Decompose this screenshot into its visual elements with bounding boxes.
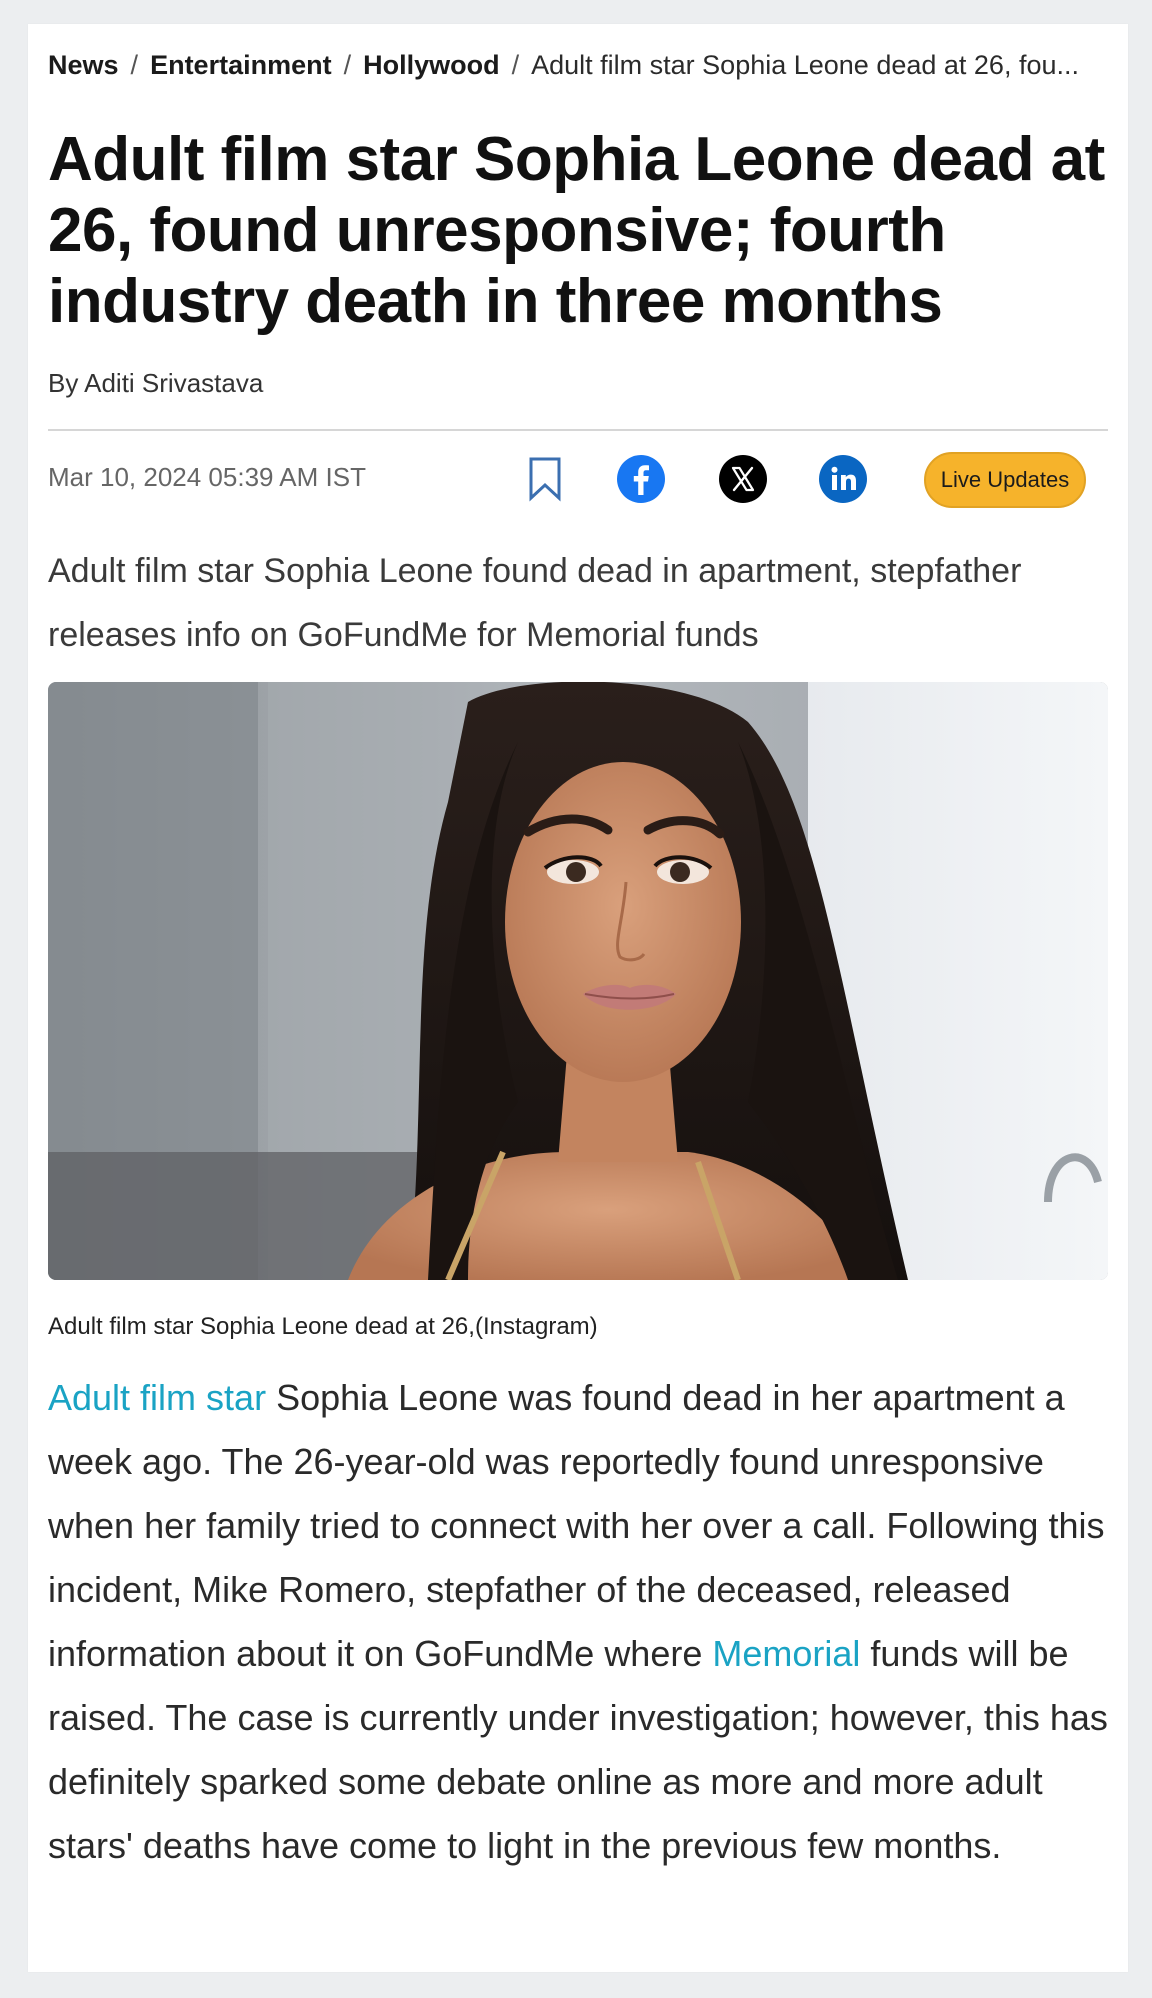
linkedin-icon (819, 455, 867, 503)
publish-date: Mar 10, 2024 05:39 AM IST (48, 462, 366, 492)
bookmark-button[interactable] (520, 454, 570, 504)
link-adult-film-star[interactable]: Adult film star (48, 1377, 266, 1418)
breadcrumb: News / Entertainment / Hollywood / Adult film … (48, 46, 1108, 84)
x-icon (719, 455, 767, 503)
meta-share-row: Mar 10, 2024 05:39 AM IST Live Updates (48, 449, 1108, 509)
article-card: News / Entertainment / Hollywood / Adult film … (28, 24, 1128, 1972)
breadcrumb-news[interactable]: News (48, 50, 119, 80)
breadcrumb-separator: / (343, 50, 352, 80)
live-updates-button[interactable]: Live Updates (924, 452, 1086, 508)
body-text-part-1: Sophia Leone was found dead in her apart… (48, 1377, 1105, 1674)
breadcrumb-entertainment[interactable]: Entertainment (150, 50, 332, 80)
breadcrumb-separator: / (130, 50, 139, 80)
linkedin-share-button[interactable] (818, 454, 868, 504)
article-hero-image (48, 682, 1108, 1280)
breadcrumb-hollywood[interactable]: Hollywood (363, 50, 500, 80)
x-share-button[interactable] (718, 454, 768, 504)
breadcrumb-current: Adult film star Sophia Leone dead at 26,… (531, 50, 1079, 80)
article-body: Adult film star Sophia Leone was found d… (48, 1366, 1108, 1878)
article-headline: Adult film star Sophia Leone dead at 26,… (48, 125, 1105, 336)
hero-photo (48, 682, 1108, 1280)
breadcrumb-separator: / (511, 50, 520, 80)
link-memorial[interactable]: Memorial (712, 1633, 860, 1674)
divider (48, 429, 1108, 431)
bookmark-icon (529, 457, 561, 502)
article-summary: Adult film star Sophia Leone found dead … (48, 552, 1022, 654)
facebook-share-button[interactable] (616, 454, 666, 504)
article-byline[interactable]: By Aditi Srivastava (48, 368, 263, 399)
image-caption: Adult film star Sophia Leone dead at 26,… (48, 1313, 598, 1340)
facebook-icon (617, 455, 665, 503)
